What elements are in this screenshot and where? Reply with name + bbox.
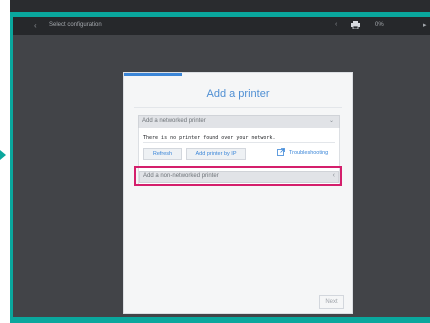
more-arrow-icon[interactable]: ▸ bbox=[423, 21, 427, 29]
chevron-down-icon: ⌄ bbox=[328, 118, 334, 124]
dialog-accent-bar bbox=[124, 73, 182, 76]
non-networked-printer-section-header[interactable]: Add a non-networked printer ‹ bbox=[139, 171, 339, 183]
collapse-chevron-icon[interactable]: ‹ bbox=[335, 21, 337, 28]
printer-icon[interactable] bbox=[351, 21, 360, 29]
networked-printer-label: Add a networked printer bbox=[142, 118, 206, 124]
networked-printer-section-header[interactable]: Add a networked printer ⌄ bbox=[138, 115, 340, 129]
external-link-icon[interactable] bbox=[277, 148, 285, 156]
troubleshooting-link[interactable]: Troubleshooting bbox=[289, 150, 328, 156]
progress-readout: 0% bbox=[375, 22, 384, 28]
non-networked-printer-label: Add a non-networked printer bbox=[143, 173, 219, 179]
add-printer-by-ip-button[interactable]: Add printer by IP bbox=[186, 148, 246, 160]
title-divider bbox=[134, 107, 342, 108]
dialog-title: Add a printer bbox=[206, 88, 270, 100]
pointer-arrow-icon bbox=[0, 150, 6, 160]
chevron-left-icon: ‹ bbox=[332, 172, 335, 179]
add-printer-dialog: Add a printer Add a networked printer ⌄ … bbox=[123, 72, 353, 314]
back-chevron-icon[interactable]: ‹ bbox=[34, 21, 37, 30]
highlight-outline: Add a non-networked printer ‹ bbox=[134, 166, 342, 186]
app-window: ‹ Select configuration ‹ 0% ▸ Add a prin… bbox=[13, 17, 430, 317]
panel-divider bbox=[143, 142, 335, 143]
top-toolbar: ‹ Select configuration ‹ 0% ▸ bbox=[13, 17, 430, 35]
configuration-selector[interactable]: Select configuration bbox=[49, 22, 102, 28]
next-button[interactable]: Next bbox=[319, 295, 344, 309]
no-printer-message: There is no printer found over your netw… bbox=[143, 135, 276, 141]
refresh-button[interactable]: Refresh bbox=[143, 148, 182, 160]
outer-white-strip bbox=[0, 0, 10, 323]
